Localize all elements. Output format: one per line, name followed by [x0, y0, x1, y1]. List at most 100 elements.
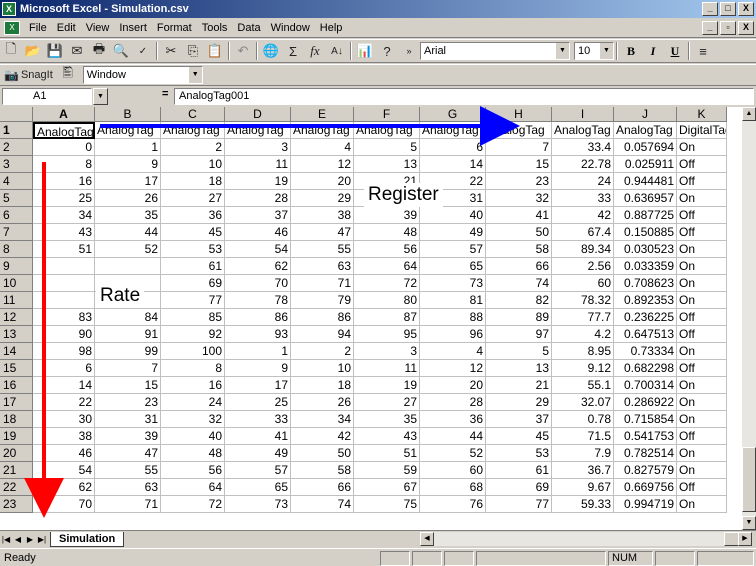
cell[interactable]: On	[677, 462, 727, 479]
cell[interactable]: 53	[161, 241, 225, 258]
scroll-left-icon[interactable]: ◀	[420, 532, 434, 546]
cell[interactable]: Off	[677, 479, 727, 496]
cell[interactable]: 95	[354, 326, 420, 343]
underline-button[interactable]: U	[664, 41, 686, 61]
header-cell[interactable]: AnalogTag	[354, 122, 420, 139]
align-left-icon[interactable]: ≡	[692, 41, 714, 61]
cell[interactable]: 3	[354, 343, 420, 360]
cell[interactable]: 7	[486, 139, 552, 156]
cell[interactable]: 73	[225, 496, 291, 513]
cell[interactable]: 77	[486, 496, 552, 513]
cell[interactable]: 24	[161, 394, 225, 411]
cell[interactable]: 0.541753	[614, 428, 677, 445]
cell[interactable]: 36	[420, 411, 486, 428]
cell[interactable]: 56	[354, 241, 420, 258]
header-cell[interactable]: AnalogTag	[33, 122, 95, 139]
row-header[interactable]: 2	[0, 139, 33, 156]
cell[interactable]: 59	[354, 462, 420, 479]
cell[interactable]: 87	[354, 309, 420, 326]
cell[interactable]: 0.782514	[614, 445, 677, 462]
cell[interactable]: 34	[33, 207, 95, 224]
cell[interactable]: 41	[225, 428, 291, 445]
cell[interactable]: 36	[161, 207, 225, 224]
cell[interactable]: 9	[225, 360, 291, 377]
hscroll-track[interactable]	[434, 532, 724, 546]
cell[interactable]: 50	[486, 224, 552, 241]
cell[interactable]: 88	[420, 309, 486, 326]
cell[interactable]: 33.4	[552, 139, 614, 156]
cell[interactable]: 99	[95, 343, 161, 360]
cell[interactable]: 18	[161, 173, 225, 190]
header-cell[interactable]: DigitalTag0	[677, 122, 727, 139]
formula-input[interactable]: AnalogTag001	[174, 88, 754, 105]
cell[interactable]: On	[677, 496, 727, 513]
spelling-icon[interactable]: ✓	[132, 41, 154, 61]
cell[interactable]: 8.95	[552, 343, 614, 360]
cell[interactable]: 10	[161, 156, 225, 173]
cell[interactable]: 70	[225, 275, 291, 292]
cell[interactable]: 0.030523	[614, 241, 677, 258]
menu-view[interactable]: View	[81, 22, 115, 34]
cell[interactable]: 43	[354, 428, 420, 445]
help-icon[interactable]: ?	[376, 41, 398, 61]
cell[interactable]: 12	[420, 360, 486, 377]
sheet-tab-simulation[interactable]: Simulation	[50, 531, 125, 547]
cell[interactable]: 60	[420, 462, 486, 479]
next-sheet-icon[interactable]: ▶	[24, 533, 36, 546]
cell[interactable]: 62	[225, 258, 291, 275]
cell[interactable]: 26	[95, 190, 161, 207]
cell[interactable]: 54	[225, 241, 291, 258]
cell[interactable]: On	[677, 258, 727, 275]
cell[interactable]: 57	[420, 241, 486, 258]
cell[interactable]: 50	[291, 445, 354, 462]
cell[interactable]: 4	[291, 139, 354, 156]
row-header[interactable]: 22	[0, 479, 33, 496]
cell[interactable]: On	[677, 411, 727, 428]
cell[interactable]: 69	[161, 275, 225, 292]
cell[interactable]: 23	[486, 173, 552, 190]
cell[interactable]: 76	[420, 496, 486, 513]
cut-icon[interactable]: ✂	[160, 41, 182, 61]
menu-file[interactable]: File	[24, 22, 52, 34]
function-icon[interactable]: fx	[304, 41, 326, 61]
column-header-k[interactable]: K	[677, 107, 727, 122]
cell[interactable]: 100	[161, 343, 225, 360]
cell[interactable]: 0.636957	[614, 190, 677, 207]
cell[interactable]: 0.73334	[614, 343, 677, 360]
cell[interactable]: 55	[95, 462, 161, 479]
cell[interactable]: 58	[291, 462, 354, 479]
row-header[interactable]: 5	[0, 190, 33, 207]
row-header[interactable]: 1	[0, 122, 33, 139]
cell[interactable]: 86	[225, 309, 291, 326]
cell[interactable]: 11	[354, 360, 420, 377]
row-header[interactable]: 14	[0, 343, 33, 360]
close-button[interactable]: X	[738, 2, 754, 16]
column-header-c[interactable]: C	[161, 107, 225, 122]
cell[interactable]: 18	[291, 377, 354, 394]
cell[interactable]: 39	[95, 428, 161, 445]
column-header-b[interactable]: B	[95, 107, 161, 122]
chevron-down-icon[interactable]: ▼	[187, 67, 202, 83]
cell[interactable]: 82	[486, 292, 552, 309]
cell[interactable]: On	[677, 394, 727, 411]
cell[interactable]: 28	[420, 394, 486, 411]
column-header-a[interactable]: A	[33, 107, 95, 122]
cell[interactable]: 52	[420, 445, 486, 462]
cell[interactable]: 40	[161, 428, 225, 445]
cell[interactable]: 72	[161, 496, 225, 513]
cell[interactable]: 64	[354, 258, 420, 275]
cell[interactable]: On	[677, 139, 727, 156]
cell[interactable]: 35	[95, 207, 161, 224]
undo-icon[interactable]: ↶	[232, 41, 254, 61]
cell[interactable]: 84	[95, 309, 161, 326]
cell[interactable]: Off	[677, 326, 727, 343]
cell[interactable]: 74	[486, 275, 552, 292]
cell[interactable]: 5	[354, 139, 420, 156]
doc-minimize-button[interactable]: _	[702, 21, 718, 35]
cell[interactable]: 49	[225, 445, 291, 462]
column-header-d[interactable]: D	[225, 107, 291, 122]
cell[interactable]: 14	[420, 156, 486, 173]
cell[interactable]: 25	[33, 190, 95, 207]
doc-close-button[interactable]: X	[738, 21, 754, 35]
vertical-scrollbar[interactable]: ▲ ▼	[742, 107, 756, 530]
